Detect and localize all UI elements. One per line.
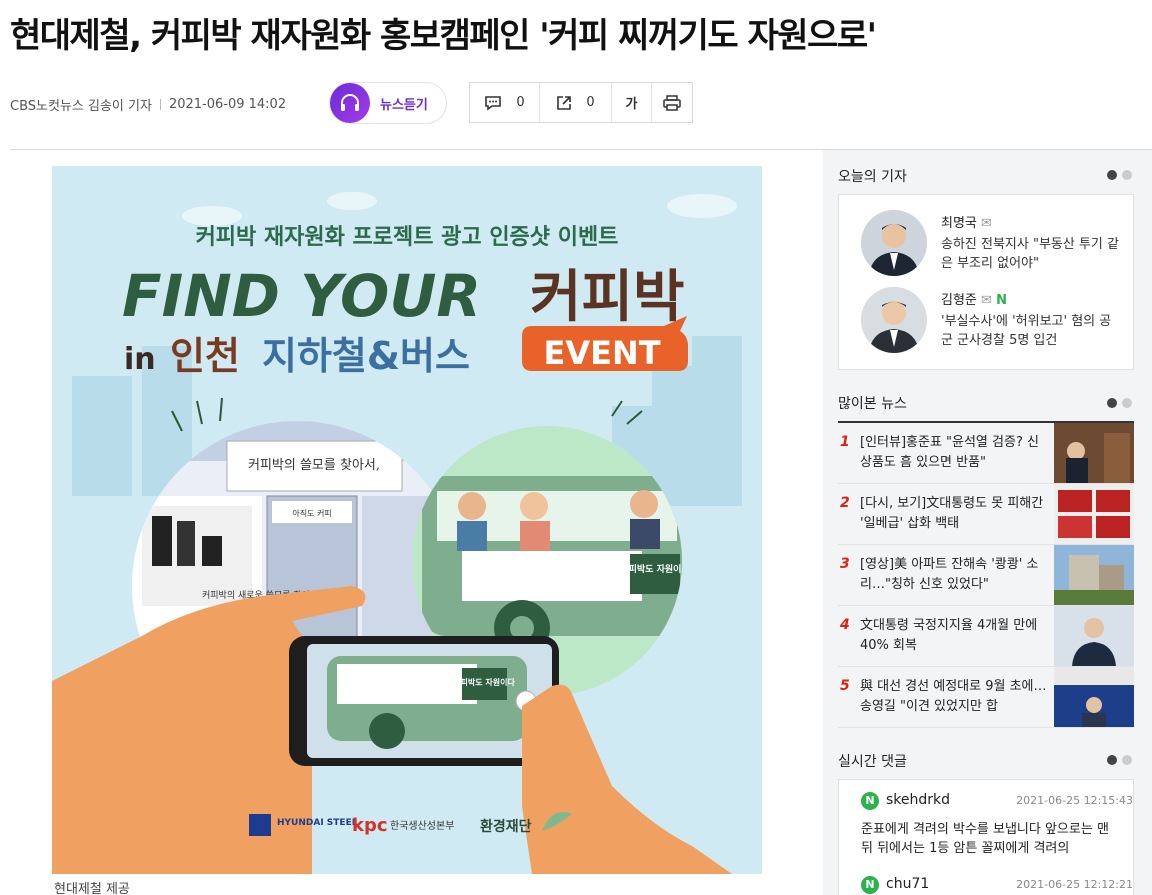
comment-time: 2021-06-25 12:12:21	[1016, 878, 1133, 891]
article-meta: CBS노컷뉴스 김송이 기자 2021-06-09 14:02	[10, 95, 286, 114]
share-count: 0	[586, 95, 595, 110]
news-title[interactable]: [영상]美 아파트 잔해속 '쾅쾅' 소리…"칭하 신호 있었다"	[860, 555, 1050, 595]
popular-news-item[interactable]: 1 [인터뷰]홍준표 "윤석열 검증? 신상품도 흠 있으면 반품"	[838, 423, 1134, 484]
news-rank: 4	[840, 617, 850, 633]
article-toolbar: 0 0 가	[469, 82, 693, 123]
mail-icon[interactable]: ✉	[981, 216, 992, 231]
publish-datetime: 2021-06-09 14:02	[168, 97, 287, 112]
share-button[interactable]: 0	[540, 83, 612, 122]
pager-dot-1[interactable]	[1107, 170, 1117, 180]
campaign-illustration: 커피박 재자원화 프로젝트 광고 인증샷 이벤트 FIND YOUR 커피박 i…	[52, 166, 762, 874]
listen-news-label: 뉴스듣기	[380, 97, 428, 113]
share-icon	[557, 95, 572, 110]
printer-icon	[663, 94, 681, 111]
print-button[interactable]	[652, 83, 692, 122]
reporter-name: 최명국	[941, 216, 977, 231]
incheon-text: 인천	[170, 334, 240, 378]
comments-pager[interactable]	[1107, 755, 1135, 765]
subway-bus-text: 지하철&버스	[262, 334, 470, 378]
byline[interactable]: CBS노컷뉴스 김송이 기자	[10, 95, 152, 114]
subway-poster-text: 아직도 커피	[292, 508, 331, 518]
pager-dot-2[interactable]	[1122, 170, 1132, 180]
news-thumbnail[interactable]	[1054, 484, 1134, 544]
news-title[interactable]: 與 대선 경선 예정대로 9월 초에…송영길 "이견 있었지만 합	[860, 677, 1050, 717]
listen-news-button[interactable]: 뉴스듣기	[329, 82, 447, 124]
comment-user: skehdrkd	[886, 792, 951, 808]
hyundai-steel-logo	[249, 814, 271, 836]
article-headline: 현대제철, 커피박 재자원화 홍보캠페인 '커피 찌꺼기도 자원으로'	[10, 16, 877, 56]
article-image[interactable]: 커피박 재자원화 프로젝트 광고 인증샷 이벤트 FIND YOUR 커피박 i…	[52, 166, 762, 874]
event-badge: EVENT	[543, 334, 660, 372]
comment-item[interactable]: N skehdrkd 2021-06-25 12:15:43 준표에게 격려의 …	[861, 792, 1133, 862]
naver-icon: N	[861, 792, 879, 810]
in-text: in	[124, 342, 156, 377]
reporter-card[interactable]: 최명국 ✉ 송하진 전북지사 "부동산 투기 같은 부조리 없어야"	[861, 210, 1131, 280]
font-size-button[interactable]: 가	[612, 83, 652, 122]
reporter-article[interactable]: 송하진 전북지사 "부동산 투기 같은 부조리 없어야"	[941, 235, 1121, 273]
news-thumbnail[interactable]	[1054, 667, 1134, 727]
comments-box: N skehdrkd 2021-06-25 12:15:43 준표에게 격려의 …	[838, 779, 1134, 895]
reporter-article[interactable]: '부실수사'에 '허위보고' 혐의 공군 군사경찰 5명 입건	[941, 312, 1121, 350]
reporter-name-row: 최명국 ✉	[941, 212, 992, 231]
pager-dot-2[interactable]	[1122, 755, 1132, 765]
news-thumbnail[interactable]	[1054, 545, 1134, 605]
popular-news-item[interactable]: 4 文대통령 국정지지율 4개월 만에 40% 회복	[838, 606, 1134, 667]
reporter-name: 김형준	[941, 293, 977, 308]
pager-dot-1[interactable]	[1107, 755, 1117, 765]
coffee-text: 커피박	[530, 265, 685, 330]
subway-sign-text: 커피박의 쓸모를 찾아서,	[248, 458, 380, 473]
news-thumbnail[interactable]	[1054, 606, 1134, 666]
reporters-pager[interactable]	[1107, 170, 1135, 180]
reporter-photo	[861, 210, 927, 276]
mail-icon[interactable]: ✉	[981, 293, 992, 308]
image-caption: 현대제철 제공	[54, 882, 130, 895]
event-subtitle: 커피박 재자원화 프로젝트 광고 인증샷 이벤트	[196, 225, 619, 250]
comment-item[interactable]: N chu71 2021-06-25 12:12:21	[861, 876, 1133, 895]
news-thumbnail[interactable]	[1054, 423, 1134, 483]
news-rank: 5	[840, 678, 850, 694]
news-title[interactable]: [다시, 보기]文대통령도 못 피해간 '일베급' 삽화 백태	[860, 494, 1050, 534]
reporter-photo	[861, 287, 927, 353]
comment-user: chu71	[886, 876, 930, 892]
popular-news-item[interactable]: 3 [영상]美 아파트 잔해속 '쾅쾅' 소리…"칭하 신호 있었다"	[838, 545, 1134, 606]
popular-news-item[interactable]: 5 與 대선 경선 예정대로 9월 초에…송영길 "이견 있었지만 합	[838, 667, 1134, 728]
todays-reporters-title: 오늘의 기자	[838, 169, 907, 185]
popular-pager[interactable]	[1107, 398, 1135, 408]
pager-dot-2[interactable]	[1122, 398, 1132, 408]
popular-news-item[interactable]: 2 [다시, 보기]文대통령도 못 피해간 '일베급' 삽화 백태	[838, 484, 1134, 545]
comment-icon	[485, 95, 502, 111]
pager-dot-1[interactable]	[1107, 398, 1117, 408]
bus-sign-text: 커피박도 자원이다	[620, 563, 690, 575]
news-rank: 2	[840, 495, 850, 511]
news-rank: 3	[840, 556, 850, 572]
naver-icon[interactable]: N	[996, 293, 1007, 308]
naver-icon: N	[861, 876, 879, 894]
reporter-name-row: 김형준 ✉ N	[941, 289, 1007, 308]
comment-body[interactable]: 준표에게 격려의 박수를 보냅니다 앞으로는 맨 뒤 뒤에서는 1등 암튼 꼴찌…	[861, 820, 1123, 858]
logo-hyundai-steel: HYUNDAI STEEL	[277, 818, 358, 828]
phone-sign-text: 커피박도 자원이다	[453, 677, 515, 687]
news-title[interactable]: 文대통령 국정지지율 4개월 만에 40% 회복	[860, 616, 1050, 656]
reporters-box: 최명국 ✉ 송하진 전북지사 "부동산 투기 같은 부조리 없어야" 김형준 ✉…	[838, 194, 1134, 370]
news-rank: 1	[840, 434, 850, 450]
logo-env-foundation: 환경재단	[480, 818, 532, 835]
comment-button[interactable]: 0	[470, 83, 540, 122]
comment-count: 0	[516, 95, 525, 110]
popular-news-title: 많이본 뉴스	[838, 396, 907, 412]
kpc-logo: kpc	[352, 815, 388, 836]
comment-time: 2021-06-25 12:15:43	[1016, 794, 1133, 807]
logo-kpc: 한국생산성본부	[390, 820, 454, 832]
meta-divider	[159, 99, 161, 110]
headphones-icon	[330, 83, 370, 123]
find-your-text: FIND YOUR	[122, 262, 481, 330]
live-comments-title: 실시간 댓글	[838, 754, 907, 770]
news-title[interactable]: [인터뷰]홍준표 "윤석열 검증? 신상품도 흠 있으면 반품"	[860, 433, 1050, 473]
reporter-card[interactable]: 김형준 ✉ N '부실수사'에 '허위보고' 혐의 공군 군사경찰 5명 입건	[861, 287, 1131, 357]
